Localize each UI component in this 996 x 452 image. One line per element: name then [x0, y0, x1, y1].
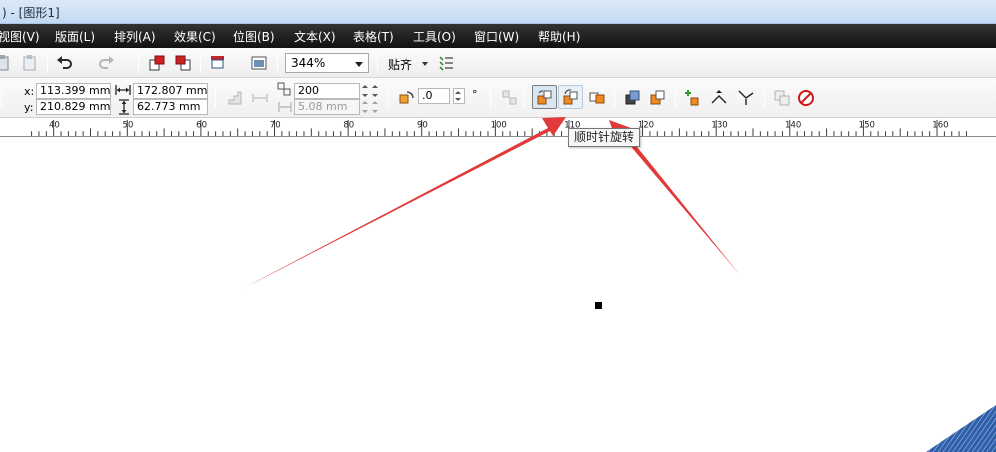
rotation-icon: [399, 91, 414, 104]
title-bar: ) - [图形1]: [0, 0, 996, 24]
toolbar-separator: [47, 53, 48, 73]
chevron-down-icon: [355, 62, 363, 67]
spacing-icon: [278, 102, 292, 112]
menu-window[interactable]: 窗口(W): [474, 28, 519, 45]
menu-table[interactable]: 表格(T): [353, 28, 394, 45]
x-position-field[interactable]: 113.399 mm: [36, 83, 111, 99]
acceleration-icon[interactable]: [684, 89, 702, 107]
rotate-clockwise-icon: [563, 89, 578, 105]
menu-arrange[interactable]: 排列(A): [114, 28, 156, 45]
publish-pdf-icon[interactable]: [209, 54, 227, 72]
menu-text[interactable]: 文本(X): [294, 28, 336, 45]
spacing-spinner-alt[interactable]: [371, 99, 379, 115]
toolbar-separator: [387, 88, 388, 108]
toolbar-separator: [614, 88, 615, 108]
window-title: ) - [图形1]: [2, 6, 60, 20]
toolbar-separator: [215, 88, 216, 108]
ruler-label: 140: [785, 120, 801, 130]
y-position-field[interactable]: 210.829 mm: [36, 99, 111, 115]
undo-icon[interactable]: [56, 54, 74, 72]
path-properties-icon[interactable]: [737, 89, 755, 107]
toolbar-separator: [1, 88, 2, 108]
x-position-label: x:: [24, 85, 35, 98]
ruler-label: 160: [932, 120, 948, 130]
ruler-label: 120: [638, 120, 654, 130]
y-position-label: y:: [24, 101, 34, 114]
menu-view[interactable]: 视图(V): [0, 28, 40, 45]
snap-settings-icon[interactable]: [437, 54, 455, 72]
width-icon: [115, 85, 131, 95]
blend-path-icon[interactable]: [501, 89, 519, 107]
ruler-label: 90: [417, 120, 428, 130]
rotate-direct-icon: [537, 90, 552, 105]
blend-node-handle[interactable]: [595, 302, 602, 309]
rotation-angle-field[interactable]: .0: [418, 88, 450, 104]
ruler-label: 80: [343, 120, 354, 130]
menu-tools[interactable]: 工具(O): [413, 28, 456, 45]
clockwise-blend-button[interactable]: [558, 85, 583, 109]
horizontal-ruler[interactable]: 40 50 60 70 80 90 100 110 120 130 140 150 160: [0, 118, 996, 137]
toolbar-separator: [524, 88, 525, 108]
count-spinner-alt[interactable]: [371, 83, 379, 99]
snap-dropdown-arrow[interactable]: [422, 62, 428, 66]
rotate-counterclockwise-icon[interactable]: [588, 89, 606, 107]
page-shadow-corner: [926, 405, 996, 452]
count-spinner[interactable]: [361, 83, 369, 99]
start-end-icon[interactable]: [710, 89, 728, 107]
height-icon: [119, 99, 129, 115]
ruler-label: 40: [49, 120, 60, 130]
toolbar-separator: [200, 53, 201, 73]
rotation-angle-spinner[interactable]: [453, 88, 465, 104]
copy-blend-icon[interactable]: [773, 89, 791, 107]
menu-layout[interactable]: 版面(L): [55, 28, 95, 45]
width-field[interactable]: 172.807 mm: [133, 83, 208, 99]
spacing-spinner[interactable]: [361, 99, 369, 115]
toolbar-separator: [138, 53, 139, 73]
tooltip: 顺时针旋转: [568, 128, 641, 147]
toolbar-separator: [377, 53, 378, 73]
paste-icon[interactable]: [0, 54, 12, 72]
ruler-label: 130: [711, 120, 727, 130]
toolbar-separator: [490, 88, 491, 108]
menu-bar: 视图(V) 版面(L) 排列(A) 效果(C) 位图(B) 文本(X) 表格(T…: [0, 24, 996, 48]
ruler-label: 100: [491, 120, 507, 130]
drawing-canvas[interactable]: [0, 138, 996, 452]
menu-effects[interactable]: 效果(C): [174, 28, 216, 45]
ruler-label: 70: [270, 120, 281, 130]
tooltip-text: 顺时针旋转: [574, 130, 635, 144]
ruler-label: 50: [123, 120, 134, 130]
redo-icon[interactable]: [97, 54, 115, 72]
spacing-field[interactable]: 5.08 mm: [294, 99, 360, 115]
snap-to-button[interactable]: 贴齐: [388, 56, 412, 73]
ruler-label: 60: [196, 120, 207, 130]
count-icon: [277, 82, 291, 96]
zoom-level-select[interactable]: 344%: [285, 53, 369, 73]
standard-toolbar: [0, 48, 996, 114]
zoom-level-value: 344%: [291, 56, 326, 70]
toolbar-separator: [277, 53, 278, 73]
object-color-blend-icon[interactable]: [624, 89, 642, 107]
clear-blend-icon[interactable]: [797, 89, 815, 107]
ruler-label: 150: [859, 120, 875, 130]
export-icon[interactable]: [174, 54, 192, 72]
clipboard-icon[interactable]: [21, 54, 39, 72]
height-field[interactable]: 62.773 mm: [133, 99, 208, 115]
toolbar-separator: [764, 88, 765, 108]
count-field[interactable]: 200: [294, 83, 360, 99]
object-color-icon[interactable]: [649, 89, 667, 107]
distance-icon: [252, 94, 268, 102]
import-icon[interactable]: [148, 54, 166, 72]
steps-icon: [228, 91, 242, 105]
app-launcher-icon[interactable]: [250, 54, 268, 72]
degree-unit: °: [472, 88, 478, 101]
menu-help[interactable]: 帮助(H): [538, 28, 580, 45]
menu-bitmaps[interactable]: 位图(B): [233, 28, 275, 45]
toolbar-separator: [675, 88, 676, 108]
direct-blend-button[interactable]: [532, 85, 557, 109]
